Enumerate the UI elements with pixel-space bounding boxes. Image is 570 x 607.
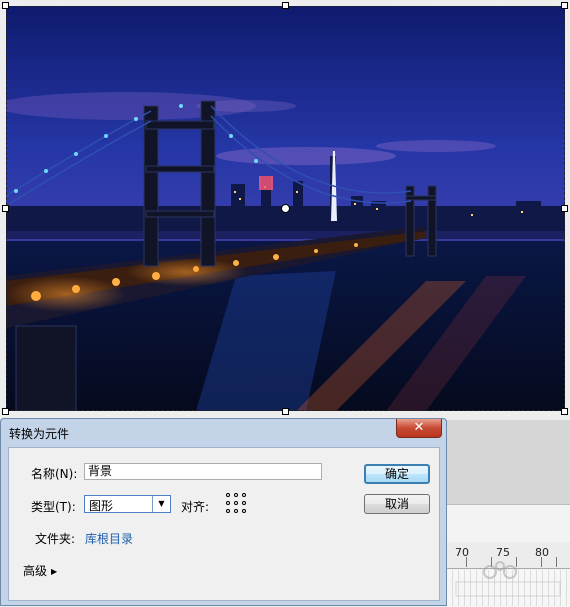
dialog-body: 名称(N): 背景 类型(T): 图形 ▼ 对齐: 文件夹: 库根目录 高级 ▶ … (8, 447, 440, 601)
registration-point[interactable] (234, 501, 238, 505)
dialog-title: 转换为元件 (9, 427, 70, 441)
registration-point[interactable] (226, 493, 230, 497)
resize-handle-left[interactable] (2, 205, 9, 212)
close-icon: ✕ (413, 420, 425, 435)
folder-label: 文件夹: (35, 532, 76, 546)
name-label: 名称(N): (31, 467, 78, 481)
resize-handle-top[interactable] (282, 2, 289, 9)
registration-point[interactable] (234, 509, 238, 513)
registration-point[interactable] (226, 501, 230, 505)
registration-point[interactable] (242, 501, 246, 505)
resize-handle-top-left[interactable] (2, 2, 9, 9)
triangle-right-icon: ▶ (51, 567, 58, 576)
registration-point[interactable] (226, 509, 230, 513)
cancel-button[interactable]: 取消 (364, 494, 430, 514)
resize-handle-bottom-right[interactable] (561, 408, 568, 415)
advanced-toggle[interactable]: 高级 ▶ (23, 562, 57, 579)
resize-handle-bottom[interactable] (282, 408, 289, 415)
folder-link[interactable]: 库根目录 (85, 530, 133, 547)
transform-pivot[interactable] (281, 204, 290, 213)
resize-handle-bottom-left[interactable] (2, 408, 9, 415)
chevron-down-icon[interactable]: ▼ (152, 496, 170, 512)
resize-handle-top-right[interactable] (561, 2, 568, 9)
type-select-value: 图形 (89, 499, 114, 513)
watermark-logo (455, 561, 561, 597)
dialog-title-bar[interactable]: 转换为元件 ✕ (1, 419, 446, 445)
align-label: 对齐: (181, 500, 210, 514)
registration-point[interactable] (242, 493, 246, 497)
close-button[interactable]: ✕ (396, 419, 442, 438)
name-input[interactable]: 背景 (84, 463, 322, 480)
registration-point[interactable] (234, 493, 238, 497)
advanced-label: 高级 (23, 564, 48, 578)
type-select[interactable]: 图形 ▼ (84, 495, 171, 513)
convert-to-symbol-dialog: 转换为元件 ✕ 名称(N): 背景 类型(T): 图形 ▼ 对齐: 文件夹: 库… (0, 418, 447, 606)
registration-point[interactable] (242, 509, 246, 513)
ok-button[interactable]: 确定 (364, 464, 430, 484)
type-label: 类型(T): (31, 500, 76, 514)
registration-grid[interactable] (226, 493, 248, 515)
resize-handle-right[interactable] (561, 205, 568, 212)
